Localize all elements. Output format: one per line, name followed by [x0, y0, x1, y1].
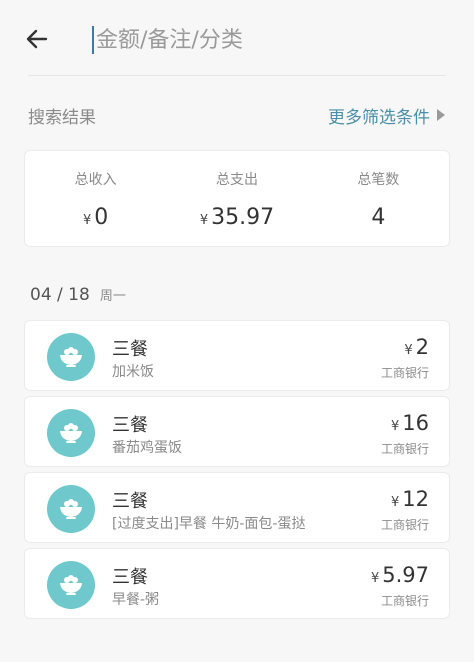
- transaction-account: 工商银行: [380, 594, 429, 608]
- back-button[interactable]: [22, 24, 52, 54]
- currency-symbol: ¥: [370, 571, 380, 586]
- rice-bowl-icon: [47, 485, 95, 533]
- transaction-amount: ¥ 5.97: [371, 563, 429, 587]
- summary-value: 4: [371, 205, 385, 230]
- date-group-header: 04 / 18 周一: [30, 285, 126, 309]
- more-filters-button[interactable]: 更多筛选条件: [328, 103, 446, 128]
- transaction-amount: ¥ 2: [404, 335, 429, 359]
- transaction-note: 番茄鸡蛋饭: [112, 440, 182, 456]
- results-title: 搜索结果: [28, 107, 96, 128]
- summary-expense: 总支出 ¥ 35.97: [166, 151, 307, 246]
- more-filters-label: 更多筛选条件: [328, 107, 430, 128]
- rice-bowl-icon: [47, 333, 95, 381]
- transaction-amount: ¥ 12: [391, 487, 429, 511]
- search-input[interactable]: [96, 27, 416, 53]
- summary-count: 总笔数 4: [308, 151, 449, 246]
- transaction-note: 加米饭: [112, 364, 154, 380]
- summary-label: 总收入: [74, 172, 117, 188]
- currency-symbol: ¥: [390, 495, 400, 510]
- date-label: 04 / 18: [30, 285, 90, 305]
- summary-value: ¥ 0: [83, 205, 108, 230]
- summary-amount: 0: [94, 205, 109, 230]
- summary-label: 总笔数: [357, 172, 400, 188]
- transaction-row[interactable]: 三餐 [过度支出]早餐 牛奶-面包-蛋挞 ¥ 12 工商银行: [24, 472, 450, 543]
- arrow-left-icon: [26, 29, 48, 49]
- summary-label: 总支出: [215, 172, 258, 188]
- summary-income: 总收入 ¥ 0: [25, 151, 166, 246]
- results-header: 搜索结果 更多筛选条件: [28, 100, 446, 130]
- currency-symbol: ¥: [83, 213, 92, 228]
- triangle-right-icon: [437, 109, 445, 121]
- transaction-account: 工商银行: [380, 518, 429, 532]
- transaction-account: 工商银行: [380, 442, 429, 456]
- currency-symbol: ¥: [390, 419, 400, 434]
- amount-value: 16: [402, 411, 429, 435]
- transaction-category: 三餐: [112, 567, 148, 588]
- rice-bowl-icon: [47, 561, 95, 609]
- summary-card: 总收入 ¥ 0 总支出 ¥ 35.97 总笔数 4: [24, 150, 450, 247]
- transaction-note: [过度支出]早餐 牛奶-面包-蛋挞: [112, 516, 306, 532]
- transaction-list: 三餐 加米饭 ¥ 2 工商银行 三餐 番茄鸡蛋饭 ¥ 16 工商银行 三餐 [过…: [24, 320, 450, 624]
- transaction-row[interactable]: 三餐 加米饭 ¥ 2 工商银行: [24, 320, 450, 391]
- divider: [28, 75, 446, 76]
- currency-symbol: ¥: [199, 213, 209, 228]
- search-field[interactable]: [92, 22, 432, 58]
- amount-value: 5.97: [382, 563, 429, 587]
- weekday-label: 周一: [99, 289, 126, 304]
- rice-bowl-icon: [47, 409, 95, 457]
- top-bar: [0, 0, 474, 78]
- summary-value: ¥ 35.97: [200, 205, 274, 230]
- transaction-amount: ¥ 16: [391, 411, 429, 435]
- currency-symbol: ¥: [404, 343, 413, 358]
- transaction-category: 三餐: [112, 415, 148, 436]
- transaction-row[interactable]: 三餐 早餐-粥 ¥ 5.97 工商银行: [24, 548, 450, 619]
- amount-value: 2: [415, 335, 429, 359]
- summary-amount: 35.97: [211, 205, 275, 230]
- transaction-category: 三餐: [112, 339, 148, 360]
- transaction-account: 工商银行: [380, 366, 429, 380]
- summary-amount: 4: [371, 205, 386, 230]
- amount-value: 12: [402, 487, 429, 511]
- transaction-row[interactable]: 三餐 番茄鸡蛋饭 ¥ 16 工商银行: [24, 396, 450, 467]
- text-caret: [92, 26, 94, 54]
- transaction-note: 早餐-粥: [112, 592, 160, 608]
- transaction-category: 三餐: [112, 491, 148, 512]
